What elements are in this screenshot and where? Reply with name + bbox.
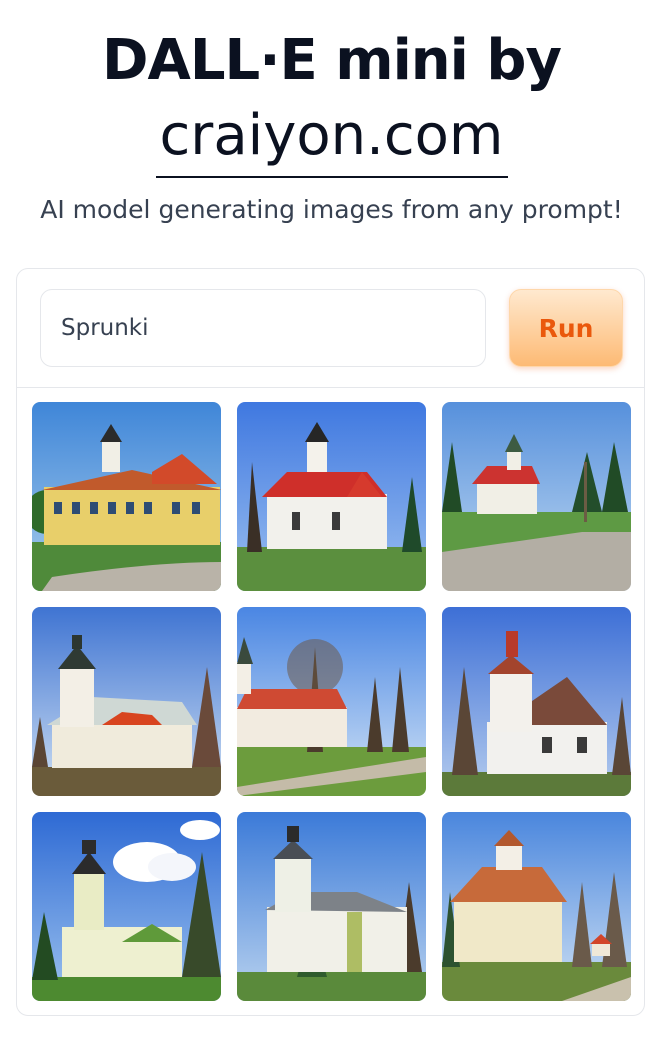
prompt-bar: Run — [17, 269, 644, 388]
result-image-2[interactable] — [237, 402, 426, 591]
result-image-9[interactable] — [442, 812, 631, 1001]
result-image-5[interactable] — [237, 607, 426, 796]
site-link[interactable]: craiyon.com — [155, 96, 508, 178]
result-image-4[interactable] — [32, 607, 221, 796]
tagline: AI model generating images from any prom… — [40, 195, 623, 224]
result-image-3[interactable] — [442, 402, 631, 591]
prompt-input[interactable] — [40, 289, 486, 367]
result-image-8[interactable] — [237, 812, 426, 1001]
generator-card: Run — [16, 268, 645, 1016]
result-image-1[interactable] — [32, 402, 221, 591]
result-image-6[interactable] — [442, 607, 631, 796]
page-title: DALL·E mini by — [102, 28, 562, 93]
result-image-7[interactable] — [32, 812, 221, 1001]
run-button[interactable]: Run — [509, 289, 623, 367]
results-grid — [32, 402, 631, 1001]
